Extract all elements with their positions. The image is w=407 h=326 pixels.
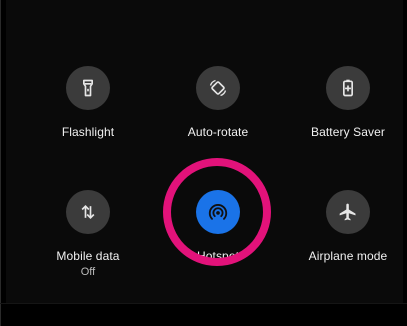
tile-label-auto-rotate: Auto-rotate	[187, 125, 249, 139]
tile-label-hotspot: Hotspot	[196, 249, 240, 263]
battery-saver-icon	[338, 78, 358, 98]
auto-rotate-toggle[interactable]	[196, 66, 240, 110]
hotspot-toggle[interactable]	[196, 190, 240, 234]
auto-rotate-icon	[208, 78, 228, 98]
tile-hotspot[interactable]: Hotspot	[158, 190, 278, 263]
tile-battery-saver[interactable]: Battery Saver	[288, 66, 407, 139]
tile-flashlight[interactable]: Flashlight	[28, 66, 148, 139]
tile-label-airplane-mode: Airplane mode	[308, 249, 388, 263]
frame-divider	[0, 303, 407, 304]
frame-edge	[0, 0, 1, 326]
hotspot-icon	[207, 201, 229, 223]
tile-mobile-data[interactable]: Mobile data Off	[28, 190, 148, 279]
tile-label-mobile-data: Mobile data	[56, 249, 120, 263]
mobile-data-icon	[78, 202, 98, 222]
airplane-mode-icon	[338, 202, 358, 222]
tile-label-flashlight: Flashlight	[61, 125, 115, 139]
tile-auto-rotate[interactable]: Auto-rotate	[158, 66, 278, 139]
flashlight-icon	[78, 78, 98, 98]
tile-airplane-mode[interactable]: Airplane mode	[288, 190, 407, 263]
battery-saver-toggle[interactable]	[326, 66, 370, 110]
mobile-data-toggle[interactable]	[66, 190, 110, 234]
flashlight-toggle[interactable]	[66, 66, 110, 110]
tile-sublabel-mobile-data: Off	[80, 266, 96, 278]
tile-label-battery-saver: Battery Saver	[311, 125, 385, 139]
airplane-mode-toggle[interactable]	[326, 190, 370, 234]
